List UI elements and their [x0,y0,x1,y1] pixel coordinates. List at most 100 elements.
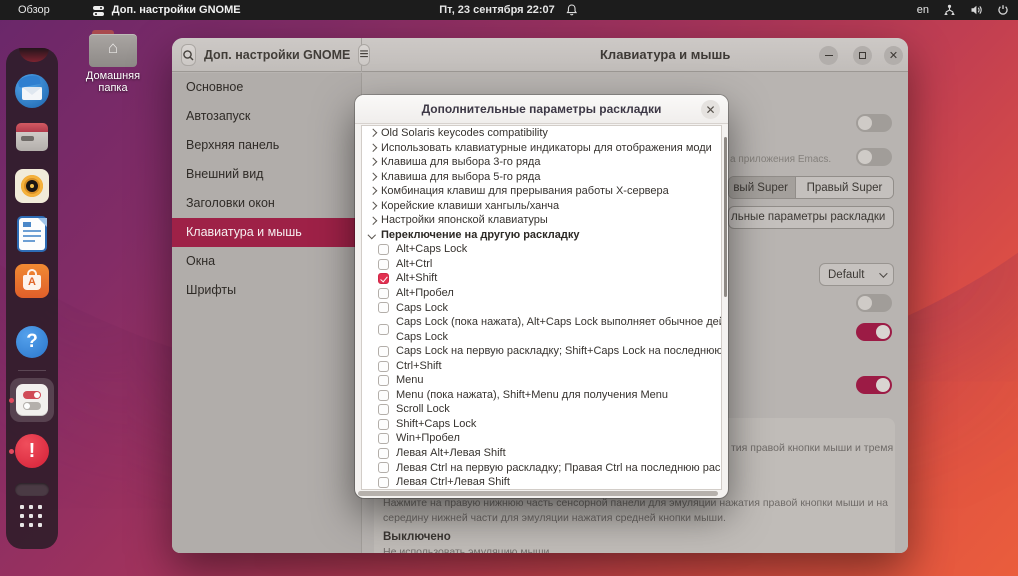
dialog-close-button[interactable]: ✕ [701,100,720,119]
libreoffice-writer-icon[interactable] [14,216,50,252]
layout-group-row[interactable]: Использовать клавиатурные индикаторы для… [362,141,721,156]
chevron-down-icon [879,268,888,278]
ubuntu-software-icon[interactable]: A [14,263,50,299]
layout-option-row[interactable]: Caps Lock [362,301,721,316]
checkbox[interactable] [378,345,389,357]
expander-closed-icon[interactable] [368,158,376,166]
folder-icon: ⌂ [89,30,137,67]
files-icon[interactable] [14,120,50,156]
checkbox[interactable] [378,360,389,372]
layout-group-row[interactable]: Клавиша для выбора 5-го ряда [362,170,721,185]
layout-option-row[interactable]: Scroll Lock [362,402,721,417]
toggle-switch[interactable] [856,376,892,394]
maximize-button[interactable] [853,46,872,65]
layout-option-row[interactable]: Menu [362,373,721,388]
headerbar[interactable]: Доп. настройки GNOME ≡ Клавиатура и мышь… [172,38,908,72]
bell-icon [565,3,579,17]
checkbox[interactable] [378,287,389,299]
layout-group-row[interactable]: Переключение на другую раскладку [362,228,721,243]
toggle-switch[interactable] [856,114,892,132]
hamburger-menu-button[interactable]: ≡ [358,44,370,66]
sidebar-item-1[interactable]: Основное [172,73,361,102]
checkbox[interactable] [378,476,389,488]
layout-option-row[interactable]: Alt+Пробел [362,286,721,301]
expander-closed-icon[interactable] [368,202,376,210]
dialog-header[interactable]: Дополнительные параметры раскладки ✕ [355,95,728,124]
layout-option-row[interactable]: Alt+Caps Lock [362,242,721,257]
sidebar-item-7[interactable]: Окна [172,247,361,276]
layout-option-row[interactable]: Левая Alt+Левая Shift [362,446,721,461]
checkbox[interactable] [378,375,389,387]
system-status-area[interactable]: en [917,3,1010,17]
checkbox[interactable] [378,324,389,336]
toggle-switch[interactable] [856,323,892,341]
layout-option-row[interactable]: Alt+Ctrl [362,257,721,272]
toggle-switch[interactable] [856,294,892,312]
dock: A ? ! [6,48,58,549]
expander-closed-icon[interactable] [368,217,376,225]
layout-option-row[interactable]: Ctrl+Shift [362,359,721,374]
layout-group-row[interactable]: Old Solaris keycodes compatibility [362,126,721,141]
clock-button[interactable]: Пт, 23 сентября 22:07 [439,3,579,17]
minimize-button[interactable] [819,46,838,65]
emulation-mode-dropdown[interactable]: Default [819,263,894,286]
sidebar-item-4[interactable]: Внешний вид [172,160,361,189]
layout-option-row[interactable]: Win+Пробел [362,431,721,446]
horizontal-scrollbar[interactable] [358,491,718,496]
vertical-scrollbar[interactable] [724,137,727,297]
additional-layout-options-button[interactable]: льные параметры раскладки [728,206,894,229]
layout-option-row[interactable]: Caps Lock (пока нажата), Alt+Caps Lock в… [362,315,721,344]
activities-button[interactable]: Обзор [14,4,54,16]
layout-option-row[interactable]: Левая Ctrl+Левая Shift [362,475,721,489]
layout-group-row[interactable]: Настройки японской клавиатуры [362,213,721,228]
left-super-segment[interactable]: вый Super [729,177,796,198]
layout-group-row[interactable]: Корейские клавиши хангыль/ханча [362,199,721,214]
search-button[interactable] [181,44,196,66]
group-label: Клавиша для выбора 3-го ряда [381,156,541,169]
sidebar-item-2[interactable]: Автозапуск [172,102,361,131]
layout-option-row[interactable]: Shift+Caps Lock [362,417,721,432]
checkbox[interactable] [378,404,389,416]
checkbox[interactable] [378,244,389,256]
expander-open-icon[interactable] [368,231,376,239]
gnome-tweaks-icon[interactable] [10,378,54,422]
checkbox[interactable] [378,447,389,459]
checkbox-checked[interactable] [378,273,389,285]
layout-option-row[interactable]: Menu (пока нажата), Shift+Menu для получ… [362,388,721,403]
option-label: Menu (пока нажата), Shift+Menu для получ… [396,388,668,401]
sidebar-item-5[interactable]: Заголовки окон [172,189,361,218]
right-super-segment[interactable]: Правый Super [796,177,893,198]
help-icon[interactable]: ? [14,324,50,360]
home-folder-desktop-icon[interactable]: ⌂ Домашняя папка [70,30,156,94]
option-label: Menu [396,374,424,387]
layout-group-row[interactable]: Клавиша для выбора 3-го ряда [362,155,721,170]
rhythmbox-icon[interactable] [14,168,50,204]
sidebar-item-3[interactable]: Верхняя панель [172,131,361,160]
layout-option-row[interactable]: Caps Lock на первую раскладку; Shift+Cap… [362,344,721,359]
checkbox[interactable] [378,433,389,445]
keyboard-layout-indicator[interactable]: en [917,4,929,16]
thunderbird-icon[interactable] [14,73,50,109]
tweaks-app-icon [92,4,105,17]
checkbox[interactable] [378,462,389,474]
close-button[interactable]: ✕ [884,46,903,65]
checkbox[interactable] [378,258,389,270]
layout-option-row[interactable]: Alt+Shift [362,271,721,286]
app-menu-button[interactable]: Доп. настройки GNOME [92,4,241,17]
expander-closed-icon[interactable] [368,173,376,181]
expander-closed-icon[interactable] [368,144,376,152]
sidebar-item-6[interactable]: Клавиатура и мышь [172,218,361,247]
emacs-description-fragment: а приложения Emacs. [730,154,832,165]
show-apps-icon[interactable] [20,505,44,529]
sidebar-item-8[interactable]: Шрифты [172,276,361,305]
update-notifier-icon[interactable]: ! [14,433,50,469]
layout-option-row[interactable]: Левая Ctrl на первую раскладку; Правая C… [362,461,721,476]
toggle-switch[interactable] [856,148,892,166]
checkbox[interactable] [378,389,389,401]
expander-closed-icon[interactable] [368,129,376,137]
expander-closed-icon[interactable] [368,187,376,195]
checkbox[interactable] [378,418,389,430]
layout-group-row[interactable]: Комбинация клавиш для прерывания работы … [362,184,721,199]
checkbox[interactable] [378,302,389,314]
touchpad-description-line2: середину нижней части для эмуляции нажат… [383,512,726,524]
